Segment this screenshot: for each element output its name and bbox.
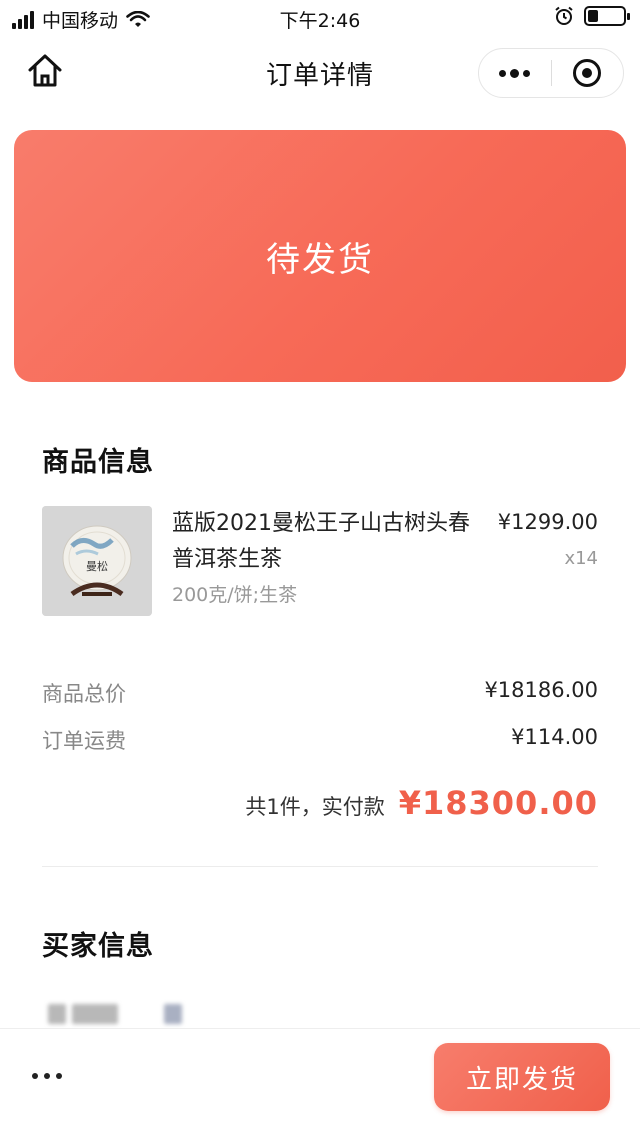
app-root: 中国移动 下午2:46 订单详情 待发货 商品信息 曼松 蓝版2021曼松王子山…: [0, 0, 640, 1138]
product-quantity: x14: [564, 548, 598, 569]
goods-total-row: 商品总价 ¥18186.00: [42, 678, 598, 710]
goods-section-title: 商品信息: [42, 447, 154, 478]
tea-cake-icon: 曼松: [42, 506, 152, 616]
shipping-fee-label: 订单运费: [42, 729, 126, 753]
order-status-banner: 待发货: [14, 130, 626, 382]
ship-now-button[interactable]: 立即发货: [434, 1043, 610, 1111]
goods-total-label: 商品总价: [42, 682, 126, 706]
redacted-block: [72, 1004, 118, 1024]
redacted-block: [48, 1004, 66, 1024]
order-status-text: 待发货: [266, 239, 374, 280]
product-spec: 200克/饼;生茶: [172, 584, 298, 606]
section-divider: [42, 866, 598, 867]
status-right: [554, 6, 630, 26]
tea-cake-label: 曼松: [86, 559, 108, 573]
status-time: 下午2:46: [279, 10, 361, 32]
target-icon[interactable]: [552, 48, 624, 98]
more-dots-icon[interactable]: [479, 48, 551, 98]
more-options-icon[interactable]: [32, 1073, 62, 1079]
buyer-section-title: 买家信息: [42, 931, 154, 962]
battery-level: [588, 10, 598, 22]
paid-amount: ¥18300.00: [398, 784, 598, 822]
product-name[interactable]: 蓝版2021曼松王子山古树头春普洱茶生茶: [172, 506, 482, 578]
product-price: ¥1299.00: [497, 510, 598, 534]
redacted-block: [164, 1004, 182, 1024]
battery-icon: [584, 6, 630, 26]
goods-total-value: ¥18186.00: [484, 678, 598, 702]
shipping-fee-row: 订单运费 ¥114.00: [42, 725, 598, 757]
bottom-action-bar: 立即发货: [0, 1028, 640, 1138]
paid-label: 共1件，实付款: [245, 795, 385, 819]
alarm-icon: [555, 6, 573, 25]
shipping-fee-value: ¥114.00: [511, 725, 598, 749]
nav-bar: 订单详情: [0, 40, 640, 106]
buyer-info-redacted: [48, 1004, 182, 1024]
product-image[interactable]: 曼松: [42, 506, 152, 616]
paid-amount-row: 共1件，实付款 ¥18300.00: [245, 784, 598, 822]
status-bar: 中国移动 下午2:46: [0, 0, 640, 36]
mini-program-capsule: [478, 48, 624, 98]
